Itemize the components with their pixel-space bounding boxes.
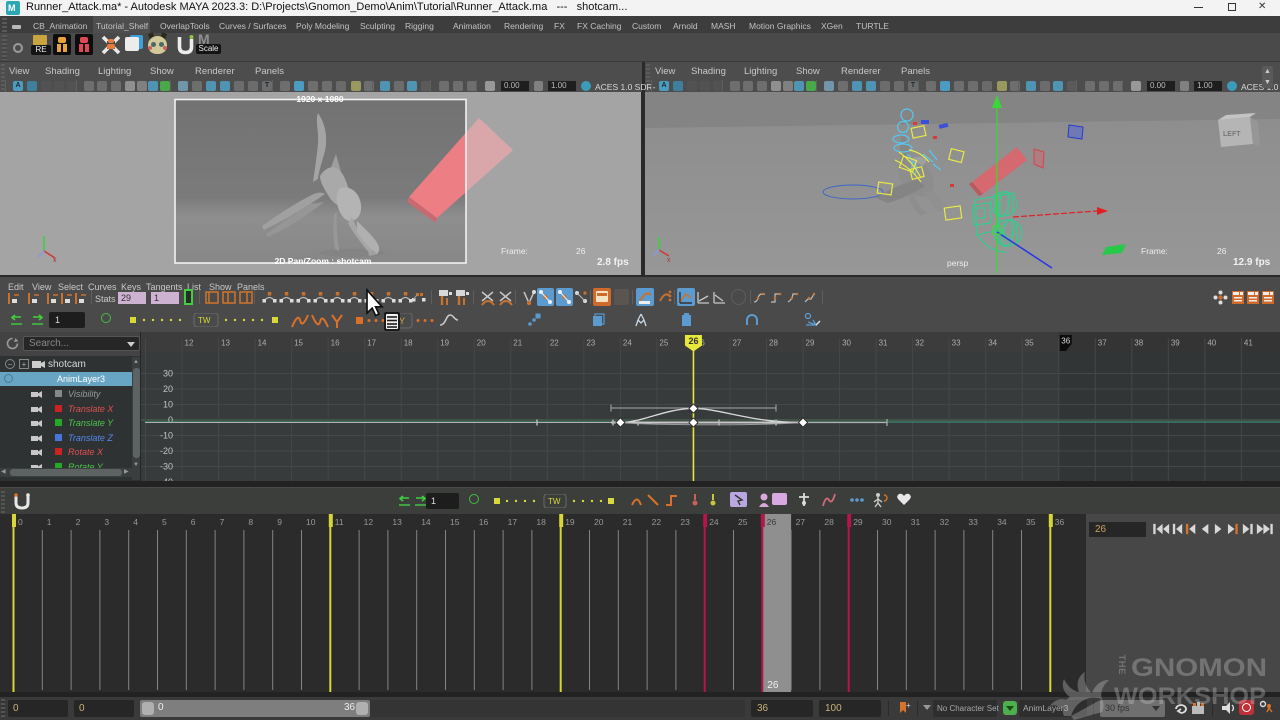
svg-text:28: 28	[769, 339, 778, 348]
svg-text:20: 20	[477, 339, 486, 348]
svg-text:23: 23	[680, 517, 690, 527]
svg-text:29: 29	[853, 517, 863, 527]
svg-text:9: 9	[277, 517, 282, 527]
svg-text:26: 26	[767, 680, 779, 691]
svg-text:19: 19	[440, 339, 449, 348]
svg-text:29: 29	[806, 339, 815, 348]
svg-text:19: 19	[565, 517, 575, 527]
svg-text:x: x	[53, 257, 57, 262]
svg-text:33: 33	[952, 339, 961, 348]
svg-text:16: 16	[331, 339, 340, 348]
svg-text:3: 3	[104, 517, 109, 527]
svg-text:41: 41	[1244, 339, 1253, 348]
svg-text:36: 36	[1061, 337, 1070, 346]
svg-text:38: 38	[1134, 339, 1143, 348]
svg-text:7: 7	[220, 517, 225, 527]
svg-text:25: 25	[659, 339, 668, 348]
svg-text:31: 31	[879, 339, 888, 348]
svg-text:32: 32	[940, 517, 950, 527]
svg-text:12: 12	[185, 339, 194, 348]
svg-text:17: 17	[508, 517, 518, 527]
svg-text:13: 13	[221, 339, 230, 348]
svg-text:-30: -30	[160, 462, 173, 472]
svg-text:26: 26	[688, 336, 698, 346]
svg-text:30: 30	[163, 369, 173, 379]
svg-text:22: 22	[550, 339, 559, 348]
svg-text:LEFT: LEFT	[1223, 131, 1241, 138]
svg-text:4: 4	[133, 517, 138, 527]
svg-text:37: 37	[1098, 339, 1107, 348]
svg-text:14: 14	[421, 517, 431, 527]
svg-text:35: 35	[1025, 339, 1034, 348]
svg-text:22: 22	[652, 517, 662, 527]
svg-text:16: 16	[479, 517, 489, 527]
svg-text:12: 12	[364, 517, 374, 527]
svg-text:36: 36	[1055, 517, 1065, 527]
svg-text:27: 27	[796, 517, 806, 527]
svg-text:27: 27	[732, 339, 741, 348]
svg-text:21: 21	[623, 517, 633, 527]
svg-text:33: 33	[968, 517, 978, 527]
svg-text:32: 32	[915, 339, 924, 348]
svg-text:35: 35	[1026, 517, 1036, 527]
svg-text:20: 20	[594, 517, 604, 527]
svg-text:21: 21	[513, 339, 522, 348]
svg-text:-10: -10	[160, 431, 173, 441]
svg-text:23: 23	[586, 339, 595, 348]
svg-text:40: 40	[1207, 339, 1216, 348]
svg-text:x: x	[667, 257, 671, 264]
svg-text:24: 24	[709, 517, 719, 527]
svg-text:TW: TW	[198, 316, 211, 325]
svg-text:10: 10	[306, 517, 316, 527]
svg-text:11: 11	[335, 517, 344, 527]
svg-text:0: 0	[168, 415, 173, 425]
svg-text:-20: -20	[160, 446, 173, 456]
svg-text:2: 2	[76, 517, 81, 527]
svg-text:13: 13	[392, 517, 402, 527]
svg-text:20: 20	[163, 384, 173, 394]
svg-text:34: 34	[997, 517, 1007, 527]
svg-text:28: 28	[824, 517, 834, 527]
svg-text:0: 0	[18, 517, 23, 527]
svg-text:24: 24	[623, 339, 632, 348]
svg-text:30: 30	[882, 517, 892, 527]
svg-text:1: 1	[47, 517, 52, 527]
svg-text:26: 26	[767, 517, 777, 527]
svg-text:18: 18	[536, 517, 546, 527]
svg-text:14: 14	[258, 339, 267, 348]
svg-text:25: 25	[738, 517, 748, 527]
svg-text:39: 39	[1171, 339, 1180, 348]
svg-text:17: 17	[367, 339, 376, 348]
svg-text:TW: TW	[548, 497, 561, 506]
svg-text:15: 15	[450, 517, 460, 527]
svg-text:18: 18	[404, 339, 413, 348]
svg-text:10: 10	[163, 400, 173, 410]
svg-text:5: 5	[162, 517, 167, 527]
svg-text:15: 15	[294, 339, 303, 348]
svg-text:30: 30	[842, 339, 851, 348]
svg-text:6: 6	[191, 517, 196, 527]
svg-text:8: 8	[248, 517, 253, 527]
svg-text:31: 31	[911, 517, 921, 527]
svg-text:34: 34	[988, 339, 997, 348]
svg-text:+: +	[906, 701, 911, 710]
